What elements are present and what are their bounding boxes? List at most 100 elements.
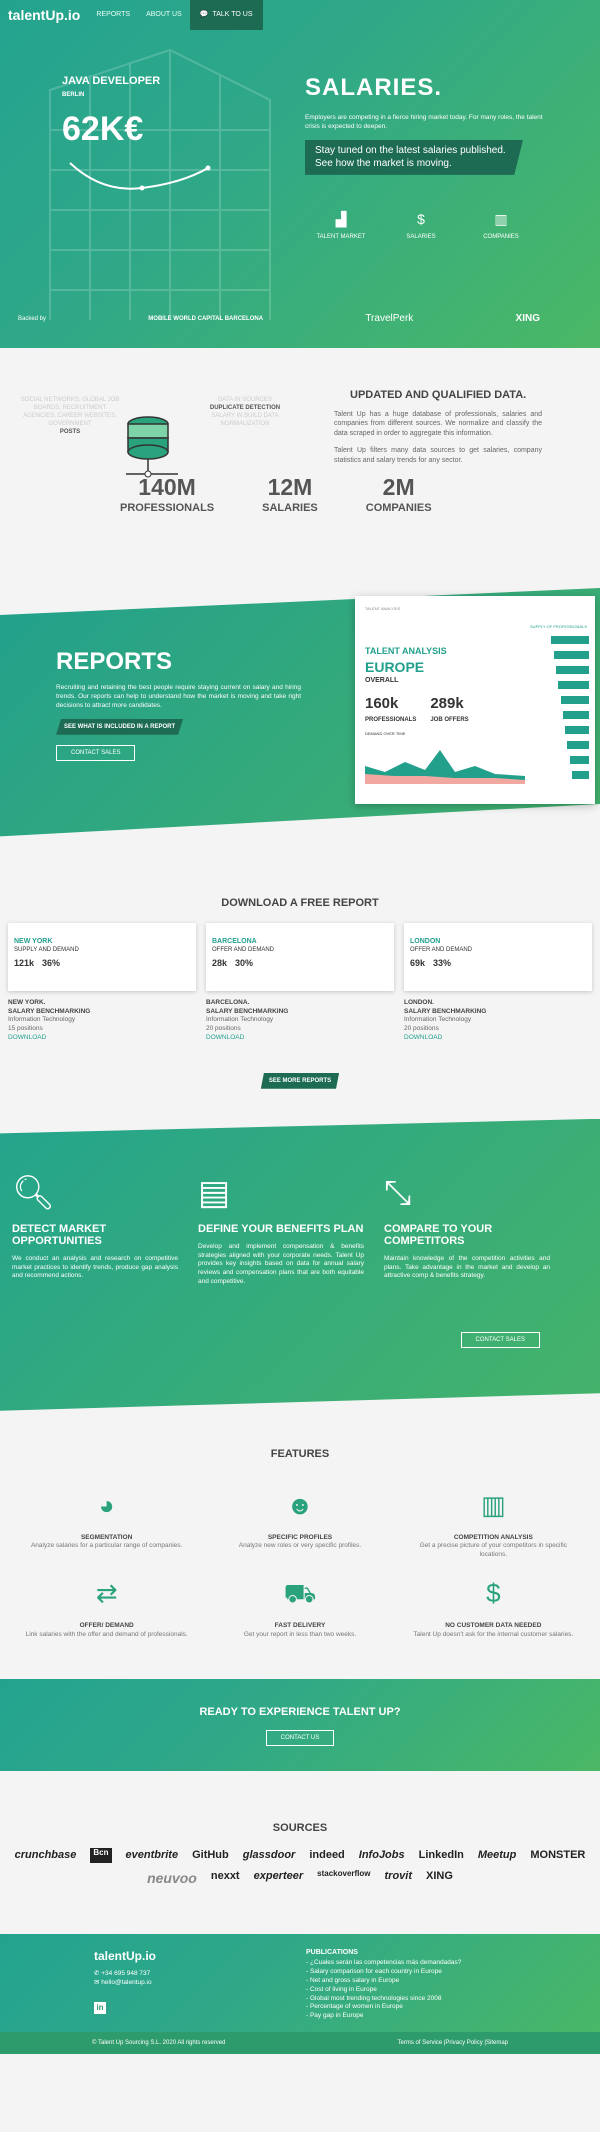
logo-bcn: Bcn xyxy=(90,1848,112,1864)
logo-trovit: trovit xyxy=(384,1870,413,1883)
companies-link[interactable]: ▥ COMPANIES xyxy=(476,210,526,241)
contact-sales-button-2[interactable]: CONTACT SALES xyxy=(460,1331,540,1348)
job-role: JAVA DEVELOPER xyxy=(62,75,161,87)
report-included-button[interactable]: SEE WHAT IS INCLUDED IN A REPORT xyxy=(56,718,184,735)
hero-intro: Employers are competing in a fierce hiri… xyxy=(305,114,543,131)
logo-crunchbase: crunchbase xyxy=(14,1849,77,1862)
feature-desc: Talent Up doesn't ask for the internal c… xyxy=(413,1630,574,1638)
nav-about[interactable]: ABOUT US xyxy=(138,10,190,19)
benefit-plan: ▤ DEFINE YOUR BENEFITS PLAN Develop and im… xyxy=(198,1171,364,1287)
icon-label: SALARIES xyxy=(406,233,436,240)
feature-competition: ▥ COMPETITION ANALYSIS Get a precise pictu… xyxy=(407,1482,580,1560)
download-link[interactable]: DOWNLOAD xyxy=(206,1034,394,1043)
card-sector: Information Technology xyxy=(206,1016,274,1024)
job-city: BERLIN xyxy=(62,91,85,98)
logo[interactable]: talentUp.io xyxy=(0,6,88,25)
stat-professionals: 140M PROFESSIONALS xyxy=(120,472,214,516)
phone-text: +34 695 948 737 xyxy=(101,1970,151,1978)
logo-infojobs: InfoJobs xyxy=(358,1849,405,1862)
report-preview: TALENT ANALYSIS TALENT ANALYSIS EUROPE O… xyxy=(355,596,595,804)
stat-label: COMPANIES xyxy=(365,502,432,515)
footer-email[interactable]: ✉ hello@talentup.io xyxy=(94,1979,156,1988)
data-title: UPDATED AND QUALIFIED DATA. xyxy=(350,389,527,401)
benefits-columns: 🔍︎ DETECT MARKET OPPORTUNITIES We conduct … xyxy=(12,1171,550,1287)
logo-neuvoo: neuvoo xyxy=(147,1870,197,1887)
logo-indeed: indeed xyxy=(309,1849,345,1862)
feature-desc: Get a precise picture of your competitor… xyxy=(419,1542,568,1559)
logo-stackoverflow: stackoverflow xyxy=(317,1869,371,1879)
footer-phone[interactable]: ✆ +34 695 948 737 xyxy=(94,1970,156,1979)
logo-monster: MONSTER xyxy=(530,1849,586,1862)
publication-link[interactable]: - Cost of living in Europe xyxy=(306,1986,461,1995)
linkedin-icon[interactable]: in xyxy=(94,2001,106,2014)
salary-value: 62K€ xyxy=(62,109,144,148)
logo-linkedin: LinkedIn xyxy=(418,1849,464,1862)
sources-section: SOURCES crunchbase Bcn eventbrite GitHub… xyxy=(0,1771,600,1934)
pie-chart-icon: ◕ xyxy=(98,1490,115,1521)
sponsor-travelperk: TravelPerk xyxy=(365,313,414,324)
feature-title: COMPETITION ANALYSIS xyxy=(453,1533,533,1541)
features-title: FEATURES xyxy=(270,1447,330,1460)
feature-title: SEGMENTATION xyxy=(80,1533,133,1541)
hero-band: Stay tuned on the latest salaries publis… xyxy=(305,139,523,175)
nav-reports[interactable]: REPORTS xyxy=(88,10,138,19)
footer: talentUp.io ✆ +34 695 948 737 ✉ hello@ta… xyxy=(0,1934,600,2055)
benefit-text: Develop and implement compensation & ben… xyxy=(198,1242,364,1285)
footer-publications: PUBLICATIONS - ¿Cuales serán las compete… xyxy=(306,1948,461,2021)
card-sector: Information Technology xyxy=(404,1016,472,1024)
buildings-icon: ▥ xyxy=(481,1490,506,1521)
publication-link[interactable]: - Pay gap in Europe xyxy=(306,2012,461,2021)
sponsors-row: Backed by MOBILE WORLD CAPITAL BARCELONA… xyxy=(18,312,540,326)
stat-label: PROFESSIONALS xyxy=(120,502,215,515)
feature-title: SPECIFIC PROFILES xyxy=(267,1533,333,1541)
card-city: BARCELONA. xyxy=(206,998,250,1006)
salaries-link[interactable]: $ SALARIES xyxy=(396,210,446,241)
footer-logo[interactable]: talentUp.io xyxy=(94,1948,156,1964)
publication-link[interactable]: - ¿Cuales serán las competencias más dem… xyxy=(306,1959,461,1968)
chat-dollar-icon: $ xyxy=(486,1578,501,1609)
hero-icons: ▟ TALENT MARKET $ SALARIES ▥ COMPANIES xyxy=(316,210,526,241)
publication-link[interactable]: - Percentage of women in Europe xyxy=(306,2003,461,2012)
legal-links[interactable]: Terms of Service |Privacy Policy |Sitema… xyxy=(398,2039,508,2047)
thumb-city: LONDON xyxy=(410,937,441,945)
source-logos: crunchbase Bcn eventbrite GitHub glassdo… xyxy=(0,1848,600,1888)
benefit-title: DETECT MARKET OPPORTUNITIES xyxy=(12,1222,107,1247)
stat-number: 12M xyxy=(267,474,313,500)
astronaut-icon: ☻ xyxy=(286,1490,314,1521)
hero-section: talentUp.io REPORTS ABOUT US 💬 TALK TO US… xyxy=(0,0,600,348)
see-more-reports-button[interactable]: SEE MORE REPORTS xyxy=(260,1072,340,1089)
preview-area-chart xyxy=(365,750,525,785)
publication-link[interactable]: - Salary comparison for each country in … xyxy=(306,1968,461,1977)
contact-us-button[interactable]: CONTACT US xyxy=(265,1730,335,1747)
report-card-london[interactable]: LONDON OFFER AND DEMAND 69k 33% LONDON. SALA… xyxy=(404,922,592,1043)
truck-icon: ⛟ xyxy=(283,1578,317,1609)
report-card-new-york[interactable]: NEW YORK SUPPLY AND DEMAND 121k 36% NEW YOR… xyxy=(8,922,196,1043)
preview-num-label: JOB OFFERS xyxy=(430,717,469,724)
benefit-title: DEFINE YOUR BENEFITS PLAN xyxy=(198,1222,364,1235)
publication-link[interactable]: - Global most trending technologies sinc… xyxy=(306,1995,461,2004)
document-dollar-icon: ▤ xyxy=(198,1173,231,1212)
feature-title: OFFER/ DEMAND xyxy=(79,1621,134,1629)
download-link[interactable]: DOWNLOAD xyxy=(404,1034,592,1043)
data-paragraph: Talent Up filters many data sources to g… xyxy=(334,447,542,464)
bar-chart-icon: ▟ xyxy=(335,211,347,227)
footer-contact: talentUp.io ✆ +34 695 948 737 ✉ hello@ta… xyxy=(94,1948,156,2014)
preview-num-label: PROFESSIONALS xyxy=(365,717,417,724)
thumb-sub: OFFER AND DEMAND xyxy=(212,947,275,954)
thumb-num: 33% xyxy=(433,958,452,969)
contact-sales-button[interactable]: CONTACT SALES xyxy=(56,744,136,761)
thumb-city: BARCELONA xyxy=(212,937,257,945)
faded-text: DATA IN SOURCES xyxy=(218,397,272,403)
talent-market-link[interactable]: ▟ TALENT MARKET xyxy=(316,210,366,241)
report-cards: NEW YORK SUPPLY AND DEMAND 121k 36% NEW YOR… xyxy=(0,922,600,1043)
download-link[interactable]: DOWNLOAD xyxy=(8,1034,196,1043)
footer-bottom: © Talent Up Sourcing S.L. 2020 All right… xyxy=(0,2032,600,2055)
report-card-barcelona[interactable]: BARCELONA OFFER AND DEMAND 28k 30% BARCELON… xyxy=(206,922,394,1043)
publication-link[interactable]: - Net and gross salary in Europe xyxy=(306,1977,461,1986)
stat-number: 140M xyxy=(138,474,196,500)
report-thumbnail: NEW YORK SUPPLY AND DEMAND 121k 36% xyxy=(8,922,196,991)
talk-to-us-button[interactable]: 💬 TALK TO US xyxy=(189,0,263,30)
feature-no-data: $ NO CUSTOMER DATA NEEDED Talent Up doesn'… xyxy=(407,1570,580,1640)
cta-section: READY TO EXPERIENCE TALENT UP? CONTACT U… xyxy=(0,1679,600,1772)
thumb-num: 36% xyxy=(42,958,61,969)
